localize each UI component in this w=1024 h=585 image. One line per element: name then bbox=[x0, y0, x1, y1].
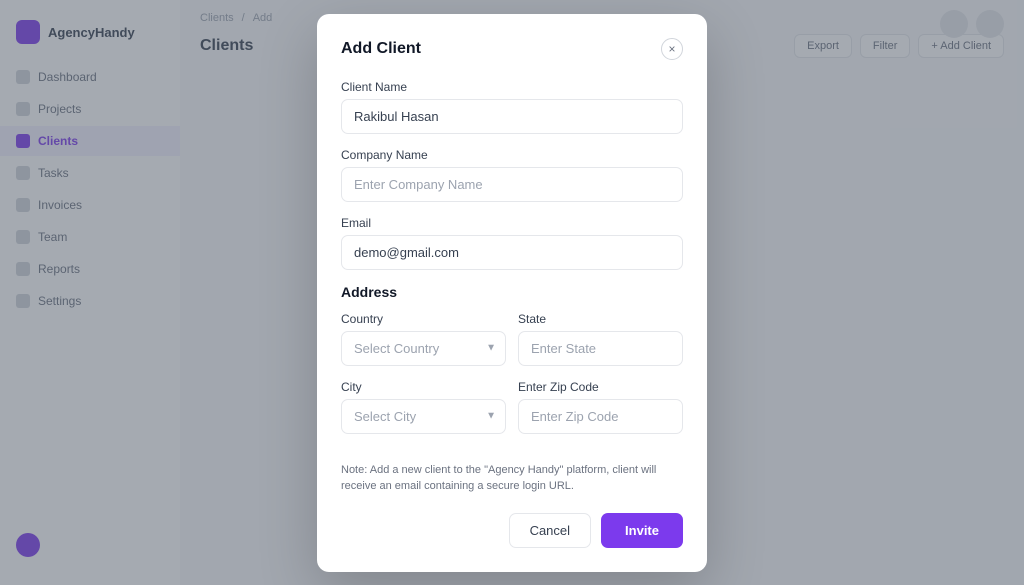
address-label: Address bbox=[341, 284, 683, 300]
invite-button[interactable]: Invite bbox=[601, 513, 683, 548]
company-name-input[interactable] bbox=[341, 167, 683, 202]
city-group: City Select City ▼ bbox=[341, 380, 506, 434]
cancel-button[interactable]: Cancel bbox=[509, 513, 591, 548]
zip-label: Enter Zip Code bbox=[518, 380, 683, 394]
email-input[interactable] bbox=[341, 235, 683, 270]
city-zip-row: City Select City ▼ Enter Zip Code bbox=[341, 380, 683, 448]
company-name-label: Company Name bbox=[341, 148, 683, 162]
email-label: Email bbox=[341, 216, 683, 230]
country-select[interactable]: Select Country bbox=[341, 331, 506, 366]
email-group: Email bbox=[341, 216, 683, 270]
city-select-wrapper: Select City ▼ bbox=[341, 399, 506, 434]
client-name-label: Client Name bbox=[341, 80, 683, 94]
state-group: State bbox=[518, 312, 683, 366]
note-text: Note: Add a new client to the "Agency Ha… bbox=[341, 462, 683, 495]
country-group: Country Select Country ▼ bbox=[341, 312, 506, 366]
state-input[interactable] bbox=[518, 331, 683, 366]
city-select[interactable]: Select City bbox=[341, 399, 506, 434]
add-client-modal: Add Client × Client Name Company Name Em… bbox=[317, 14, 707, 572]
modal-header: Add Client × bbox=[341, 38, 683, 60]
client-name-input[interactable] bbox=[341, 99, 683, 134]
modal-title: Add Client bbox=[341, 40, 421, 58]
zip-input[interactable] bbox=[518, 399, 683, 434]
state-label: State bbox=[518, 312, 683, 326]
modal-footer: Cancel Invite bbox=[341, 513, 683, 548]
modal-overlay: Add Client × Client Name Company Name Em… bbox=[0, 0, 1024, 585]
company-name-group: Company Name bbox=[341, 148, 683, 202]
city-label: City bbox=[341, 380, 506, 394]
country-select-wrapper: Select Country ▼ bbox=[341, 331, 506, 366]
country-state-row: Country Select Country ▼ State bbox=[341, 312, 683, 380]
address-section: Address Country Select Country ▼ State bbox=[341, 284, 683, 448]
client-name-group: Client Name bbox=[341, 80, 683, 134]
modal-close-button[interactable]: × bbox=[661, 38, 683, 60]
country-label: Country bbox=[341, 312, 506, 326]
zip-group: Enter Zip Code bbox=[518, 380, 683, 434]
